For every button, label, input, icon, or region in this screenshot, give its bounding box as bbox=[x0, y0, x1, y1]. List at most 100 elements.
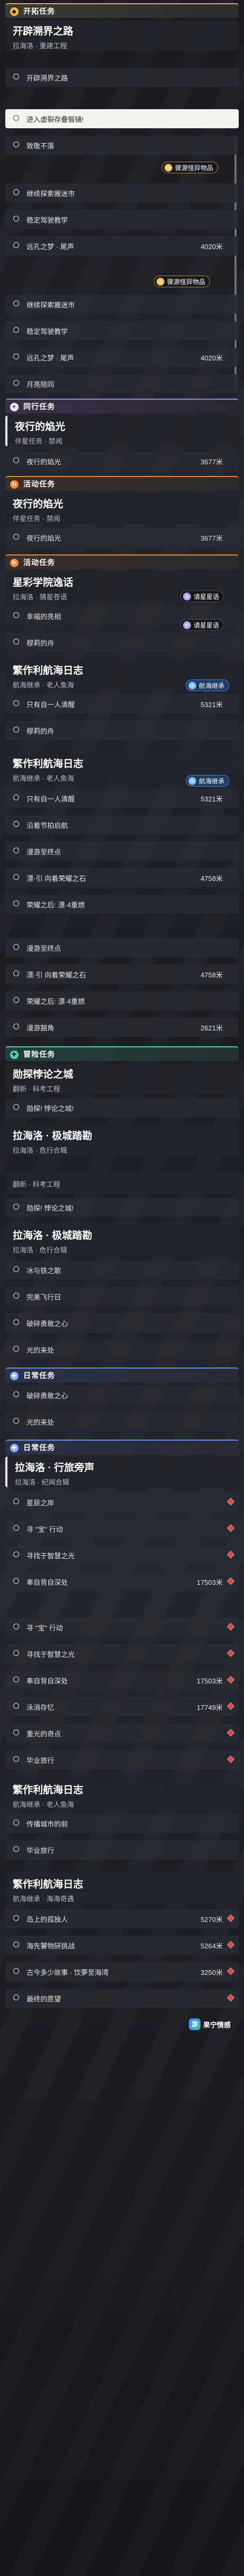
pending-badge[interactable]: 请星星语 bbox=[180, 619, 224, 631]
tracking-badge[interactable]: 骤源怪异物品 bbox=[162, 162, 219, 173]
step-row[interactable]: 稳定驾驶教学 bbox=[5, 321, 239, 340]
pending-badge[interactable]: 请星星语 bbox=[180, 590, 224, 602]
step-row[interactable]: 寻找于智慧之光 bbox=[5, 1546, 239, 1565]
section-adventure-header[interactable]: ✚ 冒险任务 bbox=[5, 1046, 239, 1061]
step-row[interactable]: 毕业旅行 bbox=[5, 1750, 239, 1769]
step-row[interactable]: 漂·引 向着荣耀之石 4758米 bbox=[5, 868, 239, 887]
quest-card-fragment[interactable]: 繁作利航海日志 航海继承 · 海海奇遇 bbox=[5, 1873, 239, 1904]
step-row[interactable]: 奉自背自深处 17503米 bbox=[5, 1572, 239, 1591]
step-row[interactable]: 传播城市的前 bbox=[5, 1814, 239, 1833]
section-companion-header[interactable]: ✦ 同行任务 bbox=[5, 399, 239, 413]
step-row[interactable]: 致敬不落 bbox=[5, 136, 239, 155]
step-circle-icon bbox=[13, 700, 19, 706]
step-row[interactable]: 荣耀之后: 漂·4重燃 bbox=[5, 991, 239, 1010]
step-row[interactable]: 重光的奇点 bbox=[5, 1724, 239, 1743]
step-row[interactable]: 穆莉的舟 bbox=[5, 633, 239, 652]
step-row[interactable]: 最终的愿望 bbox=[5, 1989, 239, 2008]
quest-title: 夜行的焰光 bbox=[15, 421, 66, 433]
step-row[interactable]: 漂·引 向着荣耀之石 4758米 bbox=[5, 965, 239, 984]
section-daily-header[interactable]: ✚ 日常任务 bbox=[5, 1368, 239, 1382]
step-row[interactable]: 开辟溯界之路 bbox=[5, 68, 239, 87]
distance-value: 2621米 bbox=[201, 1024, 223, 1032]
step-row[interactable]: 漫游至终点 bbox=[5, 938, 239, 957]
step-label: 稳定驾驶教学 bbox=[27, 327, 68, 336]
step-label: 漫游豁角 bbox=[27, 1024, 55, 1032]
step-row[interactable]: 光的来处 bbox=[5, 1340, 239, 1359]
step-row[interactable]: 继续探索搬迷市 bbox=[5, 295, 239, 314]
step-row[interactable]: 荣耀之后: 漂·4重燃 bbox=[5, 895, 239, 914]
section-event-header[interactable]: ↻ 活动任务 bbox=[5, 476, 239, 491]
step-row[interactable]: 毕业旅行 bbox=[5, 1840, 239, 1859]
daily-icon: ✚ bbox=[10, 1372, 19, 1380]
tracking-badge[interactable]: 骤源怪异物品 bbox=[154, 276, 211, 287]
step-row[interactable]: 夜行的焰光 3677米 bbox=[5, 452, 239, 471]
quest-subtitle: 拉海洛 · 危行合辑 bbox=[13, 1146, 67, 1154]
step-row[interactable]: 破碎勇敢之心 bbox=[5, 1386, 239, 1405]
trailblaze-icon: ◆ bbox=[10, 7, 19, 16]
quest-card-night[interactable]: 夜行的焰光 伴星任务 · 禁闻 bbox=[5, 416, 239, 446]
step-row[interactable]: 漫游至终点 bbox=[5, 842, 239, 861]
step-row[interactable]: 稳定驾驶教学 bbox=[5, 210, 239, 229]
step-label: 幸福的亮相 bbox=[27, 612, 62, 621]
step-row[interactable]: 星辰之岸 bbox=[5, 1493, 239, 1512]
section-daily-header[interactable]: ✚ 日常任务 bbox=[5, 1440, 239, 1454]
step-row[interactable]: 只有自一人清醒 5321米 bbox=[5, 694, 239, 713]
step-row[interactable]: 漫游豁角 2621米 bbox=[5, 1018, 239, 1037]
step-row[interactable]: 远孔之梦 · 尾声 4020米 bbox=[5, 348, 239, 367]
distance-value: 17503米 bbox=[196, 1677, 223, 1685]
step-circle-icon bbox=[13, 1677, 19, 1682]
sea-link-badge[interactable]: 航海继承 bbox=[186, 680, 230, 691]
step-circle-icon bbox=[13, 1820, 19, 1825]
quest-card-tumult[interactable]: 勋探悖论之城 翻新 · 科考工程 bbox=[5, 1063, 239, 1094]
sea-link-badge-icon bbox=[188, 681, 196, 690]
quest-title: 夜行的焰光 bbox=[13, 499, 64, 510]
badge-label: 请星星语 bbox=[194, 621, 220, 629]
sea-link-badge[interactable]: 航海继承 bbox=[186, 775, 230, 787]
step-row[interactable]: 寻 "宝" 行动 bbox=[5, 1618, 239, 1637]
step-row[interactable]: 勋探! 悖论之城! bbox=[5, 1198, 239, 1217]
section-event-header[interactable]: ↻ 活动任务 bbox=[5, 554, 239, 569]
ruby-marker-icon bbox=[226, 1622, 235, 1631]
step-row[interactable]: 海先饕物研挑战 5264米 bbox=[5, 1936, 239, 1955]
step-row[interactable]: 穆莉的舟 bbox=[5, 721, 239, 740]
step-row[interactable]: 奉自背自深处 17503米 bbox=[5, 1671, 239, 1690]
step-row[interactable]: 继续探索搬迷市 bbox=[5, 183, 239, 202]
step-row[interactable]: 夜行的焰光 3677米 bbox=[5, 528, 239, 547]
step-row[interactable]: 破碎勇敢之心 bbox=[5, 1313, 239, 1333]
step-row[interactable]: 完美飞行日 bbox=[5, 1287, 239, 1306]
quest-card-hospital[interactable]: 拉海洛 · 极城踏勘 拉海洛 · 危行合辑 bbox=[5, 1125, 239, 1155]
section-trailblaze-header[interactable]: ◆ 开拓任务 bbox=[5, 3, 239, 18]
step-row[interactable]: 远孔之梦 · 尾声 4020米 bbox=[5, 236, 239, 255]
step-row[interactable]: 冰与铁之歌 bbox=[5, 1260, 239, 1280]
ruby-marker-icon bbox=[226, 1702, 235, 1710]
step-row[interactable]: 勋探! 悖论之城! bbox=[5, 1098, 239, 1117]
step-circle-icon bbox=[13, 1346, 19, 1352]
step-circle-icon bbox=[13, 848, 19, 853]
quest-card-voyage[interactable]: 拉海洛 · 行旅旁声 拉海洛 · 纪闻合辑 bbox=[5, 1457, 239, 1487]
step-row[interactable]: 月亮陪同 bbox=[5, 374, 239, 393]
step-row[interactable]: 古今多少故事 · 饮夢至海湾 3250米 bbox=[5, 1962, 239, 1981]
step-label: 寻 "宝" 行动 bbox=[27, 1525, 63, 1533]
quest-card-main[interactable]: 开辟溯界之路 拉海洛 · 重建工程 bbox=[5, 20, 239, 51]
step-label: 海先饕物研挑战 bbox=[27, 1942, 75, 1950]
step-row-selected[interactable]: 进入虚裂存叠锻铺! bbox=[5, 109, 239, 128]
step-circle-icon bbox=[13, 1418, 19, 1424]
step-row[interactable]: 沿着节拍启航 bbox=[5, 815, 239, 834]
step-row[interactable]: 岛上的孤独人 5270米 bbox=[5, 1909, 239, 1928]
pending-badge-icon bbox=[183, 621, 191, 629]
step-row[interactable]: 只有自一人清醒 5321米 bbox=[5, 789, 239, 808]
step-label: 沿着节拍启航 bbox=[27, 821, 68, 830]
step-row[interactable]: 寻找于智慧之光 bbox=[5, 1644, 239, 1663]
distance-value: 3250米 bbox=[201, 1968, 223, 1977]
quest-card-tumult[interactable]: 翻新 · 科考工程 bbox=[5, 1172, 239, 1194]
step-row[interactable]: 光的来处 bbox=[5, 1412, 239, 1431]
step-label: 泳消存忆 bbox=[27, 1703, 55, 1712]
step-label: 漫游至终点 bbox=[27, 944, 62, 952]
step-row[interactable]: 寻 "宝" 行动 bbox=[5, 1519, 239, 1538]
quest-card-night[interactable]: 夜行的焰光 伴星任务 · 禁闻 bbox=[5, 493, 239, 524]
quest-card-hospital[interactable]: 拉海洛 · 极城踏勘 拉海洛 · 危行合辑 bbox=[5, 1224, 239, 1255]
event-icon: ↻ bbox=[10, 480, 19, 489]
step-row[interactable]: 泳消存忆 17749米 bbox=[5, 1697, 239, 1716]
quest-card-fragment[interactable]: 繁作利航海日志 航海继承 · 老人鱼海 bbox=[5, 1779, 239, 1810]
step-label: 最终的愿望 bbox=[27, 1995, 62, 2003]
